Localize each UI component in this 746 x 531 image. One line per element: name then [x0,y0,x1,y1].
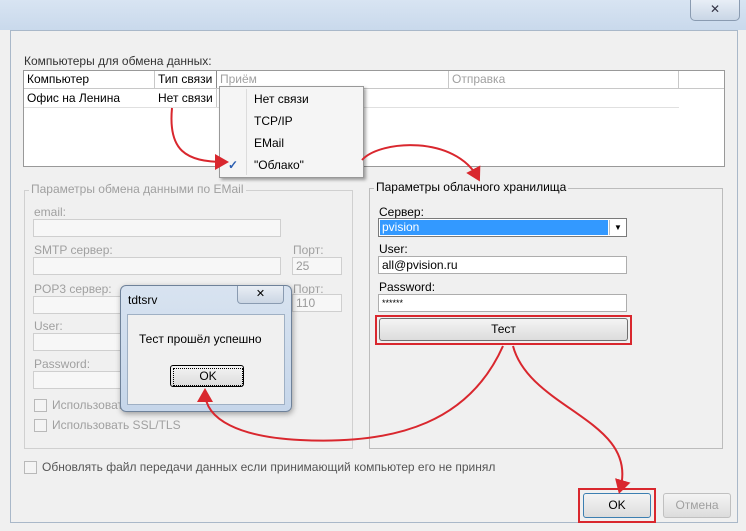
cancel-button[interactable]: Отмена [663,493,731,518]
row-computer-cell: Офис на Ленина [27,91,121,105]
chevron-down-icon[interactable]: ▼ [609,220,626,235]
email-input[interactable] [33,219,281,237]
email-label: email: [34,205,67,219]
resend-checkbox[interactable] [24,461,37,474]
smtp-port-input[interactable]: 25 [292,257,342,275]
message-box: tdtsrv ✕ Тест прошёл успешно OK [120,285,292,412]
cloud-params-title: Параметры облачного хранилища [374,180,569,194]
use-ssl-checkbox-2[interactable] [34,419,47,432]
column-header-send[interactable]: Отправка [449,71,679,88]
message-box-ok-button[interactable]: OK [170,365,244,387]
menu-item-cloud[interactable]: ✓ "Облако" [220,154,362,176]
menu-item-email[interactable]: EMail [220,132,362,154]
server-select[interactable]: pvision ▼ [378,218,627,237]
menu-item-tcp-ip[interactable]: TCP/IP [220,110,362,132]
pop3-port-input[interactable]: 110 [292,294,342,312]
server-selected-value: pvision [380,220,608,235]
smtp-label: SMTP сервер: [34,243,113,257]
window-titlebar [0,0,746,30]
pop3-label: POP3 сервер: [34,282,112,296]
smtp-input[interactable] [33,257,281,275]
message-box-close-button[interactable]: ✕ [237,286,284,304]
cloud-user-input[interactable]: all@pvision.ru [378,256,627,274]
table-header: Компьютер Тип связи Приём Отправка [24,71,724,89]
cloud-user-label: User: [379,242,408,256]
cloud-password-input[interactable]: ****** [378,294,627,312]
checkmark-icon: ✓ [228,158,239,172]
column-header-link-type[interactable]: Тип связи [155,71,217,88]
use-ssl-checkbox-1[interactable] [34,399,47,412]
use-ssl-label-2: Использовать SSL/TLS [52,418,181,432]
computers-section-label: Компьютеры для обмена данных: [24,54,212,68]
window-close-button[interactable]: ✕ [690,0,740,21]
message-box-title: tdtsrv [128,293,158,307]
close-icon: ✕ [709,2,721,16]
email-params-title: Параметры обмена данными по EMail [29,182,246,196]
menu-item-no-link[interactable]: Нет связи [220,88,362,110]
cloud-password-label: Password: [379,280,436,294]
row-link-type-cell[interactable]: Нет связи [158,91,213,105]
email-user-label: User: [34,319,63,333]
close-icon: ✕ [255,288,266,300]
test-button[interactable]: Тест [379,318,628,341]
use-ssl-label-1: Использовать [52,398,130,412]
column-header-computer[interactable]: Компьютер [24,71,155,88]
computers-table[interactable]: Компьютер Тип связи Приём Отправка Офис … [23,70,725,167]
link-type-menu[interactable]: Нет связи TCP/IP EMail ✓ "Облако" [219,86,364,178]
email-password-label: Password: [34,357,91,371]
resend-label: Обновлять файл передачи данных если прин… [42,460,496,474]
server-label: Сервер: [379,205,424,219]
smtp-port-label: Порт: [293,243,324,257]
message-box-text: Тест прошёл успешно [139,332,262,346]
ok-button[interactable]: OK [583,493,651,518]
